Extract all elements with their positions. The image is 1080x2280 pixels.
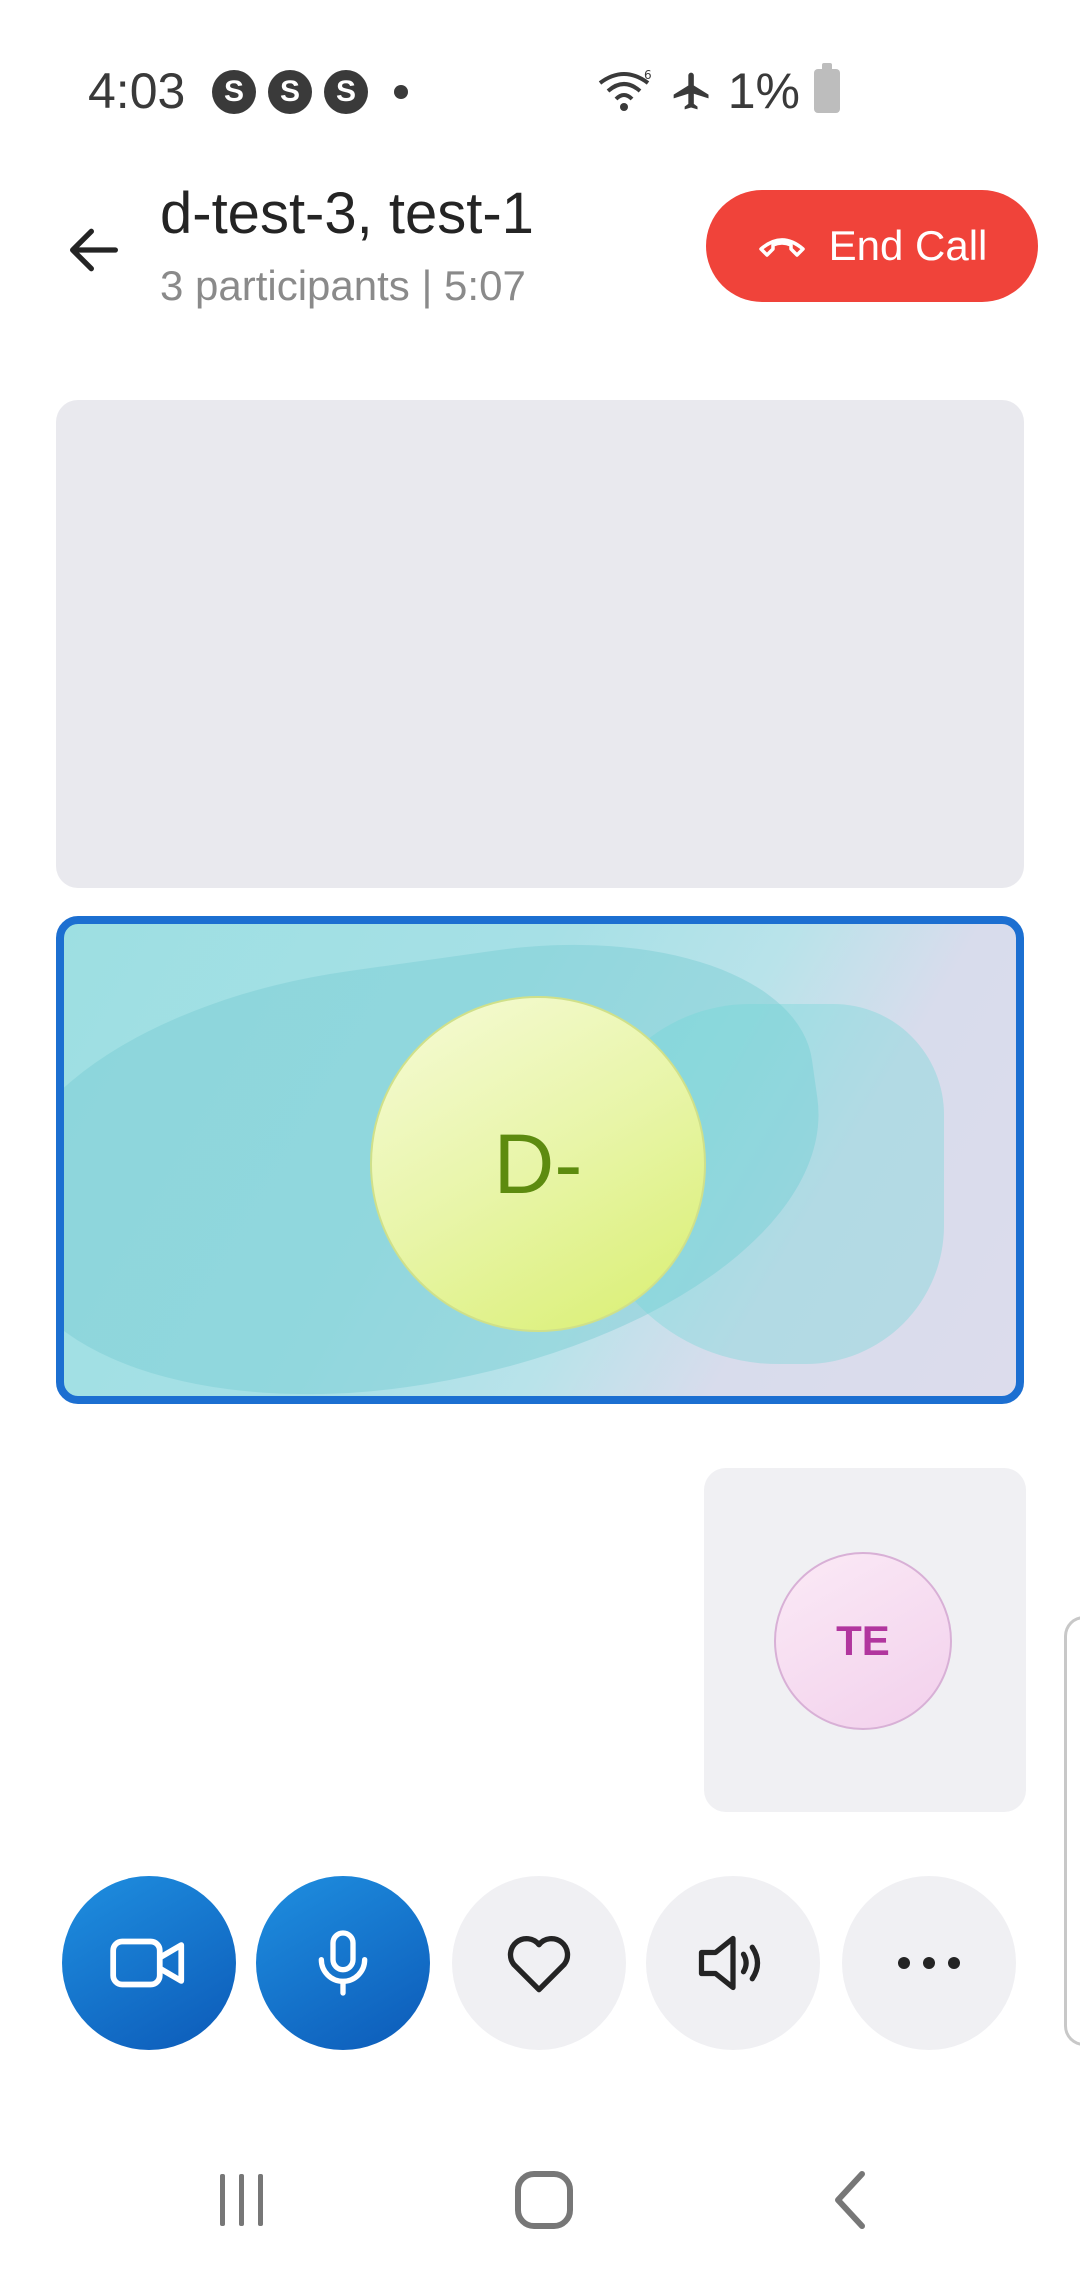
participant-tile-active[interactable]: D- bbox=[56, 916, 1024, 1404]
status-bar: 4:03 S S S 6 1% bbox=[0, 0, 1080, 180]
arrow-left-icon bbox=[70, 228, 118, 272]
camera-toggle-button[interactable] bbox=[62, 1876, 236, 2050]
microphone-toggle-button[interactable] bbox=[256, 1876, 430, 2050]
video-camera-icon bbox=[110, 1938, 185, 1988]
notification-icons: S S S bbox=[212, 70, 408, 114]
home-icon bbox=[515, 2171, 573, 2229]
more-icon bbox=[898, 1957, 960, 1969]
status-right: 6 1% bbox=[596, 62, 840, 120]
more-options-button[interactable] bbox=[842, 1876, 1016, 2050]
self-preview-tile[interactable]: TE bbox=[704, 1468, 1026, 1812]
svg-text:6: 6 bbox=[644, 69, 652, 82]
back-icon bbox=[835, 2171, 865, 2229]
nav-back-button[interactable] bbox=[800, 2160, 900, 2240]
hang-up-icon bbox=[758, 238, 805, 257]
speaker-icon bbox=[698, 1935, 761, 1991]
skype-notification-icon: S bbox=[324, 70, 368, 114]
participant-tile-empty[interactable] bbox=[56, 400, 1024, 888]
system-navigation-bar bbox=[0, 2120, 1080, 2280]
speaker-button[interactable] bbox=[646, 1876, 820, 2050]
wifi-icon: 6 bbox=[598, 69, 652, 111]
status-time: 4:03 bbox=[88, 63, 186, 119]
back-button[interactable] bbox=[54, 210, 134, 290]
airplane-mode-icon bbox=[673, 72, 709, 110]
microphone-icon bbox=[318, 1930, 368, 1996]
side-panel-handle[interactable] bbox=[1064, 1616, 1080, 2046]
battery-percent: 1% bbox=[727, 63, 800, 119]
more-notifications-dot bbox=[394, 85, 408, 99]
call-subtitle: 3 participants | 5:07 bbox=[160, 262, 526, 309]
end-call-button[interactable]: End Call bbox=[706, 190, 1038, 302]
avatar: D- bbox=[370, 996, 706, 1332]
avatar: TE bbox=[774, 1552, 952, 1730]
recent-apps-icon bbox=[220, 2174, 263, 2226]
reactions-button[interactable] bbox=[452, 1876, 626, 2050]
call-title: d-test-3, test-1 bbox=[160, 181, 534, 246]
skype-notification-icon: S bbox=[268, 70, 312, 114]
home-button[interactable] bbox=[494, 2160, 594, 2240]
end-call-label: End Call bbox=[828, 222, 988, 269]
battery-icon bbox=[814, 63, 840, 113]
skype-notification-icon: S bbox=[212, 70, 256, 114]
recent-apps-button[interactable] bbox=[192, 2160, 292, 2240]
heart-icon bbox=[507, 1936, 571, 1993]
call-controls bbox=[62, 1876, 1022, 2052]
